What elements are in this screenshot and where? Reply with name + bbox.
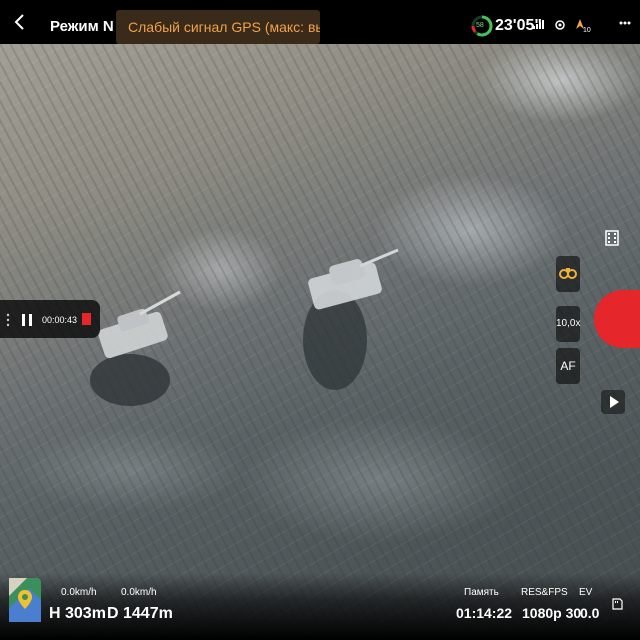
binoculars-icon (559, 268, 577, 279)
autofocus-button[interactable]: AF (556, 348, 580, 384)
ev-label: EV (579, 587, 593, 598)
sd-card-icon (612, 598, 623, 610)
play-icon (610, 396, 619, 408)
tank-right (303, 248, 399, 390)
tank-left (90, 290, 181, 406)
top-status-bar: Режим N Слабый сигнал GPS (макс: выс... … (0, 0, 640, 44)
back-chevron-icon[interactable] (10, 12, 30, 32)
zoom-level-button[interactable]: 10,0x (556, 306, 580, 342)
resfps-label: RES&FPS (521, 587, 568, 598)
exposure-value[interactable]: 0.0 (580, 605, 599, 621)
recording-panel: 00:00:43 (0, 300, 100, 338)
camera-side-panel: 10,0x AF (556, 256, 580, 384)
playback-button[interactable] (601, 390, 625, 414)
signal-strength-icon (533, 20, 544, 29)
resolution-fps[interactable]: 1080p 30 (522, 605, 581, 621)
more-options-icon[interactable] (619, 20, 631, 26)
map-icon[interactable] (9, 578, 41, 622)
battery-percent: 58 (476, 22, 484, 29)
distance-readout: D 1447m (107, 605, 173, 622)
stop-recording-icon[interactable] (82, 313, 91, 325)
gps-satellite-count: 10 (583, 27, 591, 34)
altitude-readout: H 303m (49, 605, 106, 622)
binoculars-button[interactable] (556, 256, 580, 292)
flight-mode-label[interactable]: Режим N (50, 18, 114, 35)
gps-warning-banner[interactable]: Слабый сигнал GPS (макс: выс... (116, 10, 320, 44)
drag-handle-icon[interactable] (6, 313, 10, 327)
memory-label: Память (464, 587, 499, 598)
recording-elapsed-time: 00:00:43 (42, 315, 78, 325)
vertical-speed: 0.0km/h (121, 587, 157, 598)
memory-remaining[interactable]: 01:14:22 (456, 605, 512, 621)
horizontal-speed: 0.0km/h (61, 587, 97, 598)
film-icon[interactable] (605, 230, 619, 246)
satellite-icon (555, 20, 565, 30)
pause-icon[interactable] (21, 313, 33, 327)
